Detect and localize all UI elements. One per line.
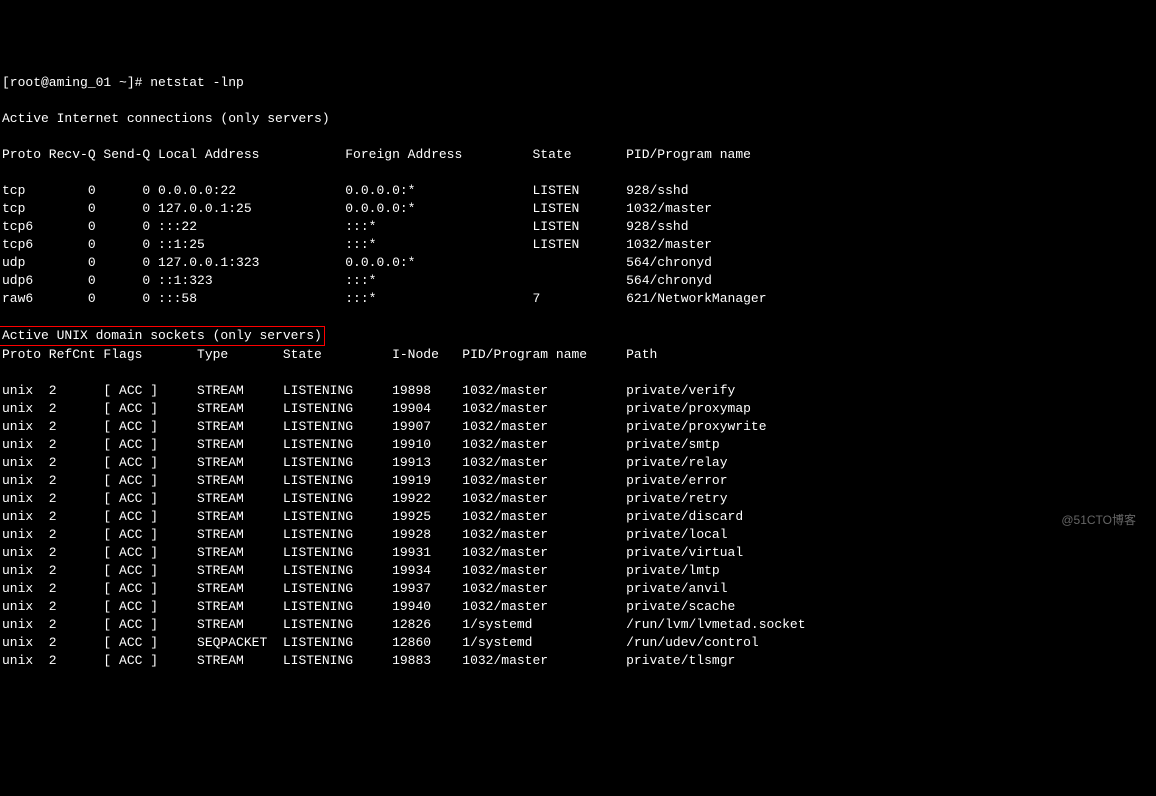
- table-row: unix 2 [ ACC ] STREAM LISTENING 19940 10…: [2, 598, 1154, 616]
- table-row: tcp 0 0 0.0.0.0:22 0.0.0.0:* LISTEN 928/…: [2, 182, 1154, 200]
- table-row: unix 2 [ ACC ] STREAM LISTENING 19919 10…: [2, 472, 1154, 490]
- table-row: unix 2 [ ACC ] STREAM LISTENING 19883 10…: [2, 652, 1154, 670]
- unix-sockets-table: unix 2 [ ACC ] STREAM LISTENING 19898 10…: [2, 382, 1154, 670]
- watermark-text: @51CTO博客: [1061, 511, 1136, 529]
- internet-columns-header: Proto Recv-Q Send-Q Local Address Foreig…: [2, 146, 1154, 164]
- table-row: unix 2 [ ACC ] STREAM LISTENING 19934 10…: [2, 562, 1154, 580]
- table-row: tcp6 0 0 :::22 :::* LISTEN 928/sshd: [2, 218, 1154, 236]
- table-row: unix 2 [ ACC ] STREAM LISTENING 19937 10…: [2, 580, 1154, 598]
- table-row: udp6 0 0 ::1:323 :::* 564/chronyd: [2, 272, 1154, 290]
- table-row: unix 2 [ ACC ] STREAM LISTENING 19928 10…: [2, 526, 1154, 544]
- table-row: unix 2 [ ACC ] STREAM LISTENING 19907 10…: [2, 418, 1154, 436]
- table-row: unix 2 [ ACC ] STREAM LISTENING 19904 10…: [2, 400, 1154, 418]
- unix-section-header-highlighted: Active UNIX domain sockets (only servers…: [0, 326, 325, 346]
- table-row: udp 0 0 127.0.0.1:323 0.0.0.0:* 564/chro…: [2, 254, 1154, 272]
- table-row: unix 2 [ ACC ] STREAM LISTENING 19922 10…: [2, 490, 1154, 508]
- internet-section-header: Active Internet connections (only server…: [2, 110, 1154, 128]
- command-prompt[interactable]: [root@aming_01 ~]# netstat -lnp: [2, 74, 1154, 92]
- unix-columns-header: Proto RefCnt Flags Type State I-Node PID…: [2, 346, 1154, 364]
- table-row: unix 2 [ ACC ] STREAM LISTENING 19898 10…: [2, 382, 1154, 400]
- table-row: unix 2 [ ACC ] STREAM LISTENING 19931 10…: [2, 544, 1154, 562]
- table-row: raw6 0 0 :::58 :::* 7 621/NetworkManager: [2, 290, 1154, 308]
- internet-connections-table: tcp 0 0 0.0.0.0:22 0.0.0.0:* LISTEN 928/…: [2, 182, 1154, 308]
- table-row: unix 2 [ ACC ] STREAM LISTENING 19913 10…: [2, 454, 1154, 472]
- table-row: unix 2 [ ACC ] STREAM LISTENING 19925 10…: [2, 508, 1154, 526]
- table-row: unix 2 [ ACC ] SEQPACKET LISTENING 12860…: [2, 634, 1154, 652]
- table-row: tcp6 0 0 ::1:25 :::* LISTEN 1032/master: [2, 236, 1154, 254]
- table-row: tcp 0 0 127.0.0.1:25 0.0.0.0:* LISTEN 10…: [2, 200, 1154, 218]
- table-row: unix 2 [ ACC ] STREAM LISTENING 12826 1/…: [2, 616, 1154, 634]
- table-row: unix 2 [ ACC ] STREAM LISTENING 19910 10…: [2, 436, 1154, 454]
